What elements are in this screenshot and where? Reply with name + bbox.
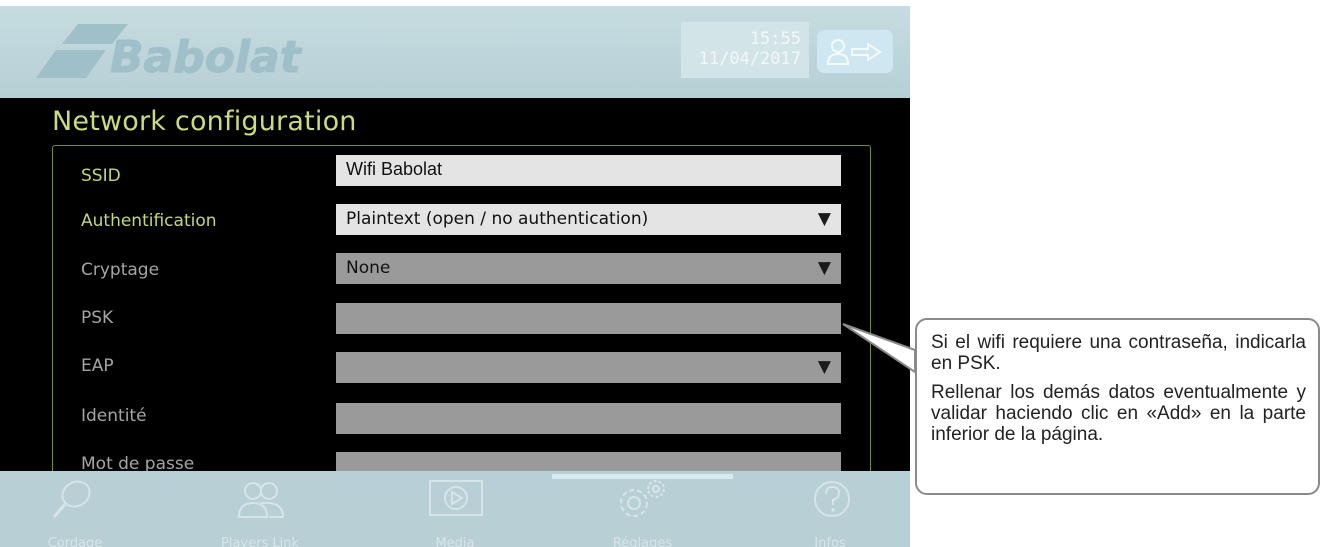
callout-text-1: Si el wifi requiere una contraseña, indi… [931, 332, 1306, 374]
callout-text-2: Rellenar los demás datos eventualmente y… [931, 382, 1306, 445]
annotation-callout: Si el wifi requiere una contraseña, indi… [915, 318, 1320, 495]
